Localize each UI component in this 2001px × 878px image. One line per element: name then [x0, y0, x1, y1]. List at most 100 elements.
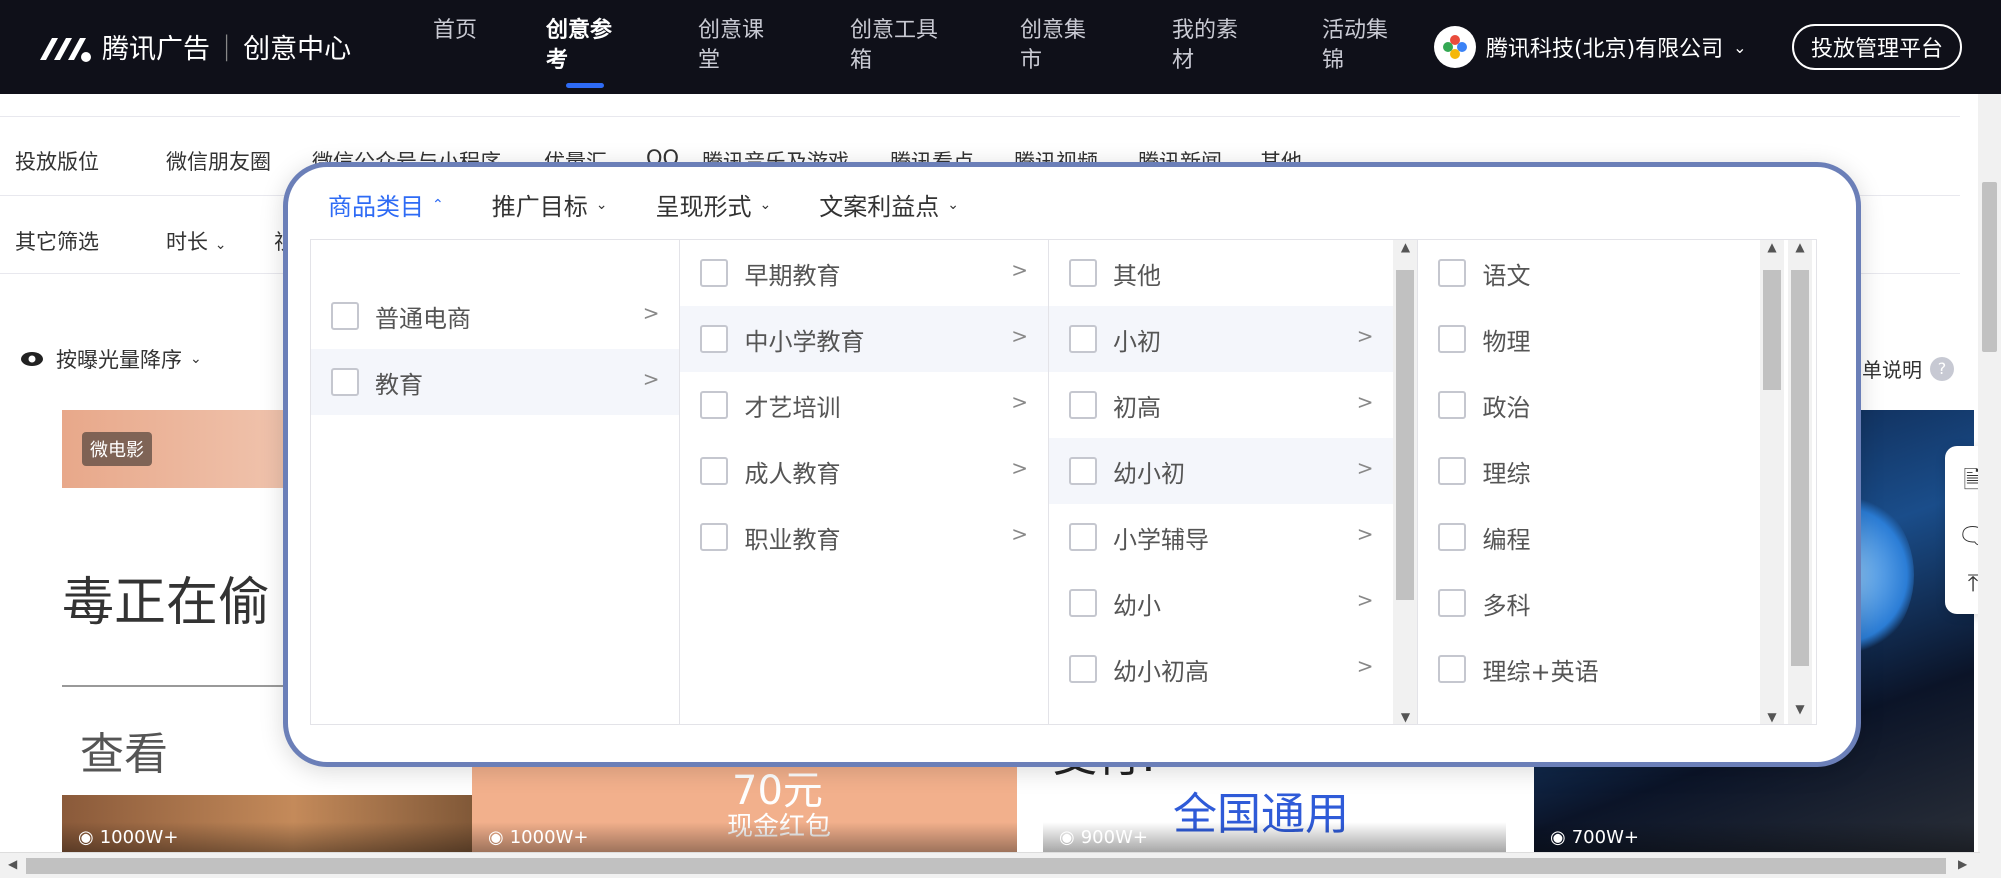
category-option[interactable]: 幼小 > [1049, 570, 1394, 636]
nav-creative-classroom[interactable]: 创意课堂 [698, 16, 770, 76]
option-label: 幼小初 [1112, 459, 1185, 488]
nav-active-indicator [566, 83, 604, 88]
scroll-up-icon[interactable]: ▲ [1760, 240, 1784, 254]
chevron-right-icon: > [1011, 258, 1028, 282]
company-switcher[interactable]: 腾讯科技(北京)有限公司 ⌄ [1434, 26, 1747, 68]
view-count: ◉ 1000W+ [62, 822, 525, 852]
nav-home[interactable]: 首页 [433, 16, 505, 46]
tab-label: 推广目标 [491, 193, 588, 221]
category-option[interactable]: 才艺培训 > [680, 372, 1047, 438]
tab-promotion-goal[interactable]: 推广目标 ⌄ [492, 187, 608, 222]
scroll-down-icon[interactable]: ▼ [1788, 702, 1812, 716]
scrollbar-thumb[interactable] [26, 858, 1946, 874]
category-option[interactable]: 物理 [1418, 306, 1756, 372]
checkbox[interactable] [1068, 391, 1097, 419]
category-option[interactable]: 语文 [1418, 240, 1756, 306]
scrollbar-thumb[interactable] [1791, 270, 1810, 666]
ads-management-button[interactable]: 投放管理平台 [1792, 24, 1962, 70]
chevron-right-icon: > [1356, 390, 1374, 414]
scroll-down-icon[interactable]: ▼ [1393, 710, 1417, 724]
scroll-up-icon[interactable]: ▲ [1788, 240, 1812, 254]
category-option[interactable]: 初高 > [1049, 372, 1394, 438]
scrollbar-thumb[interactable] [1763, 270, 1782, 390]
checkbox[interactable] [700, 259, 729, 287]
scroll-right-icon[interactable]: ▶ [1958, 857, 1967, 871]
option-label: 多科 [1482, 591, 1531, 620]
category-option[interactable]: 编程 [1418, 504, 1756, 570]
checkbox[interactable] [1068, 523, 1097, 551]
category-option[interactable]: 理综 [1418, 438, 1756, 504]
nav-events[interactable]: 活动集锦 [1322, 16, 1394, 76]
checkbox[interactable] [700, 325, 729, 353]
scroll-left-icon[interactable]: ◀ [8, 857, 17, 871]
checkbox[interactable] [1068, 589, 1097, 617]
help-note[interactable]: 单说明 ? [1862, 354, 1954, 383]
category-filter-popup: 商品类目 ⌃ 推广目标 ⌄ 呈现形式 ⌄ 文案利益点 ⌄ 普通电商 > 教育 > 早期教育 >… [283, 162, 1861, 767]
category-option[interactable]: 理综+英语 [1418, 636, 1756, 702]
top-nav: 腾讯广告 | 创意中心 首页 创意参考 创意课堂 创意工具箱 创意集市 我的素材… [0, 0, 2001, 94]
category-option[interactable]: 小初 > [1048, 306, 1394, 372]
placement-option[interactable]: 微信朋友圈 [166, 146, 271, 176]
checkbox[interactable] [700, 523, 729, 551]
scrollbar-thumb[interactable] [1982, 182, 1997, 352]
checkbox[interactable] [1438, 589, 1467, 617]
checkbox[interactable] [1438, 523, 1467, 551]
category-option[interactable]: 职业教育 > [680, 504, 1047, 570]
category-option[interactable]: 多科 [1418, 570, 1756, 636]
column-scrollbar[interactable]: ▲ ▼ [1760, 240, 1785, 724]
nav-creative-toolbox[interactable]: 创意工具箱 [850, 16, 946, 76]
checkbox[interactable] [1438, 325, 1467, 353]
column-scrollbar[interactable]: ▲ ▼ [1788, 240, 1813, 724]
category-option[interactable]: 小学辅导 > [1049, 504, 1394, 570]
category-option[interactable]: 成人教育 > [680, 438, 1047, 504]
tab-product-category[interactable]: 商品类目 ⌃ [328, 187, 444, 222]
chevron-up-icon: ⌃ [432, 196, 444, 213]
category-cascader: 普通电商 > 教育 > 早期教育 > 中小学教育 > 才艺培训 > 成人教育 > 职业教育 >… [310, 239, 1817, 725]
checkbox[interactable] [1068, 325, 1097, 353]
category-option[interactable]: 教育 > [311, 349, 680, 415]
option-label: 初高 [1112, 393, 1161, 422]
option-label: 编程 [1482, 525, 1531, 554]
scrollbar-thumb[interactable] [1396, 270, 1415, 600]
back-to-top-icon[interactable]: ⤒ [1968, 569, 1979, 597]
category-option[interactable]: 其他 [1049, 240, 1394, 306]
checkbox[interactable] [1438, 655, 1467, 683]
nav-my-assets[interactable]: 我的素材 [1172, 16, 1244, 76]
scroll-up-icon[interactable]: ▲ [1393, 240, 1417, 254]
brand-logo[interactable]: 腾讯广告 | 创意中心 [36, 27, 351, 66]
checkbox[interactable] [1438, 391, 1467, 419]
checkbox[interactable] [331, 302, 359, 330]
checkbox[interactable] [700, 457, 729, 485]
checkbox[interactable] [1438, 259, 1467, 287]
tab-label: 商品类目 [328, 193, 424, 221]
scroll-down-icon[interactable]: ▼ [1760, 710, 1784, 724]
checkbox[interactable] [1068, 259, 1097, 287]
checkbox[interactable] [700, 391, 729, 419]
nav-creative-reference[interactable]: 创意参考 [546, 16, 618, 76]
tab-presentation-form[interactable]: 呈现形式 ⌄ [655, 187, 771, 222]
card-headline: 毒正在偷 [62, 573, 271, 633]
card-tag: 微电影 [82, 432, 152, 466]
category-option[interactable]: 幼小初 > [1048, 438, 1394, 504]
column-scrollbar[interactable]: ▲ ▼ [1393, 240, 1418, 724]
checkbox[interactable] [1068, 457, 1097, 485]
option-label: 职业教育 [744, 525, 841, 554]
option-label: 中小学教育 [744, 327, 865, 356]
checkbox[interactable] [1068, 655, 1097, 683]
category-option[interactable]: 早期教育 > [680, 240, 1047, 306]
view-count: ◉ 900W+ [1043, 822, 1506, 852]
category-option[interactable]: 政治 [1418, 372, 1756, 438]
nav-creative-market[interactable]: 创意集市 [1020, 16, 1092, 76]
checkbox[interactable] [331, 368, 359, 396]
brand-divider: | [222, 31, 232, 62]
sort-dropdown[interactable]: 按曝光量降序 ⌄ [20, 344, 202, 374]
tab-copy-benefit[interactable]: 文案利益点 ⌄ [819, 187, 959, 222]
page-vertical-scrollbar[interactable] [1978, 94, 2001, 878]
category-option[interactable]: 中小学教育 > [680, 306, 1048, 372]
checkbox[interactable] [1438, 457, 1467, 485]
page-horizontal-scrollbar[interactable]: ◀ ▶ [0, 852, 1980, 878]
duration-filter[interactable]: 时长 ⌄ [166, 226, 226, 256]
chevron-down-icon: ⌄ [759, 196, 772, 213]
category-option[interactable]: 幼小初高 > [1049, 636, 1394, 702]
category-option[interactable]: 普通电商 > [311, 283, 679, 349]
